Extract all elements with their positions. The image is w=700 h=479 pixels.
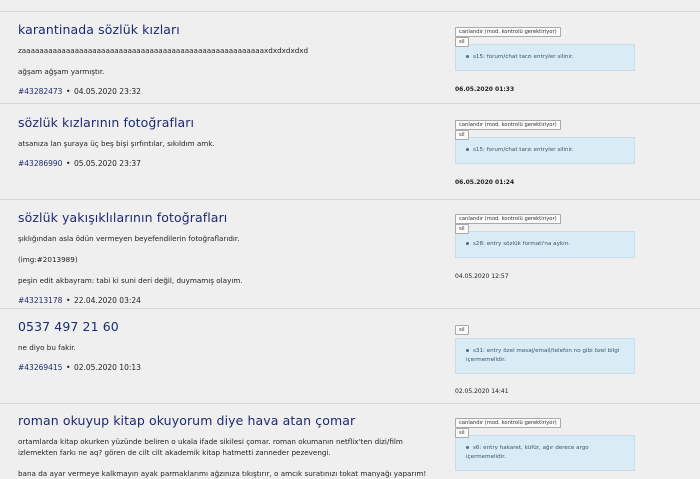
entry-title[interactable]: 0537 497 21 60 bbox=[18, 319, 438, 334]
entry-id-link[interactable]: #43286990 bbox=[18, 159, 62, 168]
entry-date: 05.05.2020 23:37 bbox=[73, 159, 141, 168]
deletion-reason-text: s31: entry özel mesaj/email/telefon no g… bbox=[466, 348, 620, 363]
bullet-icon: • bbox=[65, 159, 71, 168]
entry-text: ortamlarda kitap okurken yüzünde beliren… bbox=[18, 437, 403, 457]
entry-id-link[interactable]: #43213178 bbox=[18, 296, 62, 305]
entry-date: 22.04.2020 03:24 bbox=[73, 296, 141, 305]
revive-button[interactable]: canlandır (mod. kontrolü gerektiriyor) bbox=[455, 418, 561, 428]
bullet-icon: • bbox=[65, 296, 71, 305]
entry-date: 04.05.2020 23:32 bbox=[73, 87, 141, 96]
bullet-icon bbox=[466, 242, 469, 245]
entry-id-link[interactable]: #43282473 bbox=[18, 87, 62, 96]
bullet-icon: • bbox=[65, 363, 71, 372]
deletion-reason: s28: entry sözlük formatı'na aykırı. bbox=[455, 231, 635, 258]
deletion-reason: s15: forum/chat tarzı entryler silinir. bbox=[455, 137, 635, 164]
bullet-icon bbox=[466, 55, 469, 58]
entry-4: roman okuyup kitap okuyorum diye hava at… bbox=[0, 404, 700, 479]
entry-text: (img:#2013989) bbox=[18, 255, 78, 264]
delete-button[interactable]: sil bbox=[455, 37, 469, 47]
entry-text: bana da ayar vermeye kalkmayın ayak parm… bbox=[18, 469, 427, 478]
entry-title[interactable]: sözlük kızlarının fotoğrafları bbox=[18, 115, 438, 130]
delete-button[interactable]: sil bbox=[455, 428, 469, 438]
entry-title[interactable]: karantinada sözlük kızları bbox=[18, 22, 438, 37]
revive-button[interactable]: canlandır (mod. kontrolü gerektiriyor) bbox=[455, 120, 561, 130]
deletion-reason-text: s28: entry sözlük formatı'na aykırı. bbox=[473, 241, 571, 247]
entry-2: sözlük yakışıklılarının fotoğrafları şık… bbox=[0, 200, 700, 309]
delete-button[interactable]: sil bbox=[455, 325, 469, 335]
moderation-date: 06.05.2020 01:24 bbox=[455, 179, 515, 186]
entry-text: ne diyo bu fakir. bbox=[18, 343, 76, 352]
moderation-date: 04.05.2020 12:57 bbox=[455, 273, 509, 280]
entry-3: 0537 497 21 60 ne diyo bu fakir. #432694… bbox=[0, 309, 700, 404]
deletion-reason-text: s6: entry hakaret, küfür, ağır derece ar… bbox=[466, 445, 589, 460]
entry-meta: #43282473 • 04.05.2020 23:32 bbox=[18, 87, 438, 96]
delete-button[interactable]: sil bbox=[455, 130, 469, 140]
delete-button[interactable]: sil bbox=[455, 224, 469, 234]
bullet-icon bbox=[466, 446, 469, 449]
moderation-date: 02.05.2020 14:41 bbox=[455, 388, 509, 395]
entry-text: ağşam ağşam yarmıştır. bbox=[18, 67, 105, 76]
deletion-reason: s15: forum/chat tarzı entryler silinir. bbox=[455, 44, 635, 71]
entry-text: zaaaaaaaaaaaaaaaaaaaaaaaaaaaaaaaaaaaaaaa… bbox=[18, 46, 309, 55]
bullet-icon bbox=[466, 349, 469, 352]
entry-text: şıklığından asla ödün vermeyen beyefendi… bbox=[18, 234, 240, 243]
deletion-reason-text: s15: forum/chat tarzı entryler silinir. bbox=[473, 54, 574, 60]
entry-meta: #43286990 • 05.05.2020 23:37 bbox=[18, 159, 438, 168]
revive-button[interactable]: canlandır (mod. kontrolü gerektiriyor) bbox=[455, 27, 561, 37]
bullet-icon bbox=[466, 148, 469, 151]
entry-1: sözlük kızlarının fotoğrafları atsanıza … bbox=[0, 104, 700, 200]
moderation-date: 06.05.2020 01:33 bbox=[455, 86, 515, 93]
deletion-reason: s6: entry hakaret, küfür, ağır derece ar… bbox=[455, 435, 635, 471]
entry-meta: #43269415 • 02.05.2020 10:13 bbox=[18, 363, 438, 372]
entry-text: atsanıza lan şuraya üç beş bişi şırfıntı… bbox=[18, 139, 215, 148]
entry-title[interactable]: roman okuyup kitap okuyorum diye hava at… bbox=[18, 413, 438, 428]
bullet-icon: • bbox=[65, 87, 71, 96]
deletion-reason-text: s15: forum/chat tarzı entryler silinir. bbox=[473, 147, 574, 153]
entry-title[interactable]: sözlük yakışıklılarının fotoğrafları bbox=[18, 210, 438, 225]
entry-0: karantinada sözlük kızları zaaaaaaaaaaaa… bbox=[0, 12, 700, 104]
deletion-reason: s31: entry özel mesaj/email/telefon no g… bbox=[455, 338, 635, 374]
entry-meta: #43213178 • 22.04.2020 03:24 bbox=[18, 296, 438, 305]
entry-text: peşin edit akbayram: tabi ki suni deri d… bbox=[18, 276, 243, 285]
entry-id-link[interactable]: #43269415 bbox=[18, 363, 62, 372]
entry-date: 02.05.2020 10:13 bbox=[73, 363, 141, 372]
revive-button[interactable]: canlandır (mod. kontrolü gerektiriyor) bbox=[455, 214, 561, 224]
